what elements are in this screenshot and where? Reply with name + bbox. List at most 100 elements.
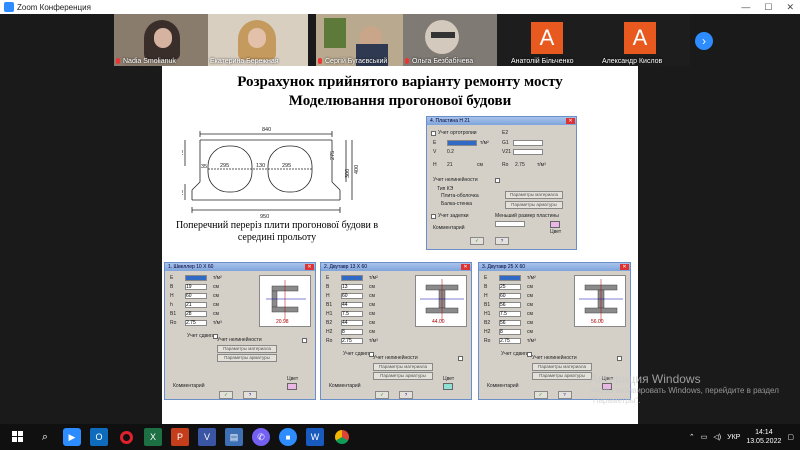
value-input[interactable]: 2.75 bbox=[185, 320, 207, 326]
rebar-params-button[interactable]: Параметры арматуры bbox=[217, 354, 277, 362]
nonlinear-checkbox[interactable] bbox=[458, 356, 463, 361]
participant-tile[interactable]: А Александр Кислов bbox=[590, 14, 690, 66]
value-input[interactable]: 8 bbox=[341, 329, 363, 335]
help-button[interactable]: ? bbox=[557, 391, 572, 399]
help-button[interactable]: ? bbox=[495, 237, 509, 245]
color-swatch[interactable] bbox=[443, 383, 453, 390]
close-icon[interactable]: ✕ bbox=[461, 264, 470, 270]
presentation-slide: Розрахунок прийнятого варіанту ремонту м… bbox=[162, 66, 638, 424]
chrome-icon[interactable] bbox=[333, 428, 351, 446]
next-page-button[interactable]: › bbox=[695, 32, 713, 50]
material-params-button[interactable]: Параметры материала bbox=[373, 363, 433, 371]
h-value[interactable]: 21 bbox=[447, 162, 453, 168]
size-input[interactable] bbox=[495, 221, 525, 227]
value-input[interactable]: 8 bbox=[499, 329, 521, 335]
participant-tile[interactable]: А Анатолій Більченко bbox=[497, 14, 597, 66]
excel-icon[interactable]: X bbox=[144, 428, 162, 446]
help-button[interactable]: ? bbox=[399, 391, 413, 399]
minimize-button[interactable]: — bbox=[741, 2, 750, 13]
visio-icon[interactable]: V bbox=[198, 428, 216, 446]
ortho-checkbox[interactable] bbox=[431, 131, 436, 136]
files-icon[interactable]: ▤ bbox=[225, 428, 243, 446]
ok-button[interactable]: ✓ bbox=[470, 237, 484, 245]
value-input[interactable]: 60 bbox=[499, 293, 521, 299]
section-dialog[interactable]: 2. Двутавр 13 X 60 ✕ Eт/м² B 13 см H 60 см B1 44 см… bbox=[320, 262, 472, 400]
rebar-params-button[interactable]: Параметры арматуры bbox=[505, 201, 563, 209]
v-value[interactable]: 0.2 bbox=[447, 149, 454, 155]
material-params-button[interactable]: Параметры материала bbox=[532, 363, 592, 371]
plate-dialog[interactable]: 4. Пластина H 21 ✕ Учет ортотропии E2 E т… bbox=[426, 116, 577, 250]
language-indicator[interactable]: УКР bbox=[727, 434, 740, 441]
outlook-icon[interactable]: O bbox=[90, 428, 108, 446]
chevron-up-icon[interactable]: ⌃ bbox=[689, 433, 695, 441]
clock[interactable]: 14:14 13.05.2022 bbox=[746, 428, 781, 446]
nonlinear-checkbox[interactable] bbox=[302, 338, 307, 343]
ok-button[interactable]: ✓ bbox=[533, 391, 548, 399]
windows-icon[interactable] bbox=[9, 428, 27, 446]
ok-button[interactable]: ✓ bbox=[219, 391, 233, 399]
powerpoint-icon[interactable]: P bbox=[171, 428, 189, 446]
participant-tile[interactable]: Екатерина Бережная bbox=[208, 14, 308, 66]
system-tray: ⌃ ▭ ◁) УКР 14:14 13.05.2022 ▢ bbox=[689, 426, 794, 448]
network-icon[interactable]: ▭ bbox=[701, 433, 708, 441]
v21-input[interactable] bbox=[513, 149, 543, 155]
field-label: Учет ортотропии bbox=[438, 130, 477, 136]
volume-icon[interactable]: ◁) bbox=[713, 433, 721, 441]
material-params-button[interactable]: Параметры материала bbox=[217, 345, 277, 353]
participant-tile[interactable]: Ольга Безбабічева bbox=[403, 14, 503, 66]
shared-screen: Розрахунок прийнятого варіанту ремонту м… bbox=[0, 66, 800, 424]
participant-tile[interactable]: Сергій Бугаєвський bbox=[316, 14, 416, 66]
value-input[interactable]: 60 bbox=[185, 293, 207, 299]
value-input[interactable]: 44 bbox=[341, 320, 363, 326]
close-icon[interactable]: ✕ bbox=[566, 118, 575, 124]
color-swatch[interactable] bbox=[550, 221, 560, 228]
close-button[interactable]: ✕ bbox=[786, 2, 794, 13]
value-input[interactable]: 21 bbox=[185, 302, 207, 308]
value-input[interactable]: 7.5 bbox=[499, 311, 521, 317]
value-input[interactable]: 2.75 bbox=[499, 338, 521, 344]
color-swatch[interactable] bbox=[287, 383, 297, 390]
ok-button[interactable]: ✓ bbox=[375, 391, 389, 399]
zoom-icon[interactable]: ■ bbox=[279, 428, 297, 446]
section-dialog[interactable]: 1. Швеллер 10 X 60 ✕ Eт/м² B 19 см H 60 см h 21 см B… bbox=[164, 262, 316, 400]
value-input[interactable]: 56 bbox=[499, 320, 521, 326]
radio-beam-wall[interactable]: Балка-стенка bbox=[441, 201, 472, 207]
value-input[interactable]: 56 bbox=[499, 302, 521, 308]
help-button[interactable]: ? bbox=[243, 391, 257, 399]
depth-checkbox[interactable] bbox=[431, 214, 436, 219]
e-input[interactable] bbox=[499, 275, 521, 281]
dialog-title: 3. Двутавр 25 X 60 bbox=[482, 264, 526, 270]
e-input[interactable] bbox=[185, 275, 207, 281]
rebar-params-button[interactable]: Параметры арматуры bbox=[532, 372, 592, 380]
material-params-button[interactable]: Параметры материала bbox=[505, 191, 563, 199]
word-icon[interactable]: W bbox=[306, 428, 324, 446]
zoom-meeting-icon[interactable]: ▶ bbox=[63, 428, 81, 446]
value-input[interactable]: 13 bbox=[341, 284, 363, 290]
value-input[interactable]: 19 bbox=[185, 284, 207, 290]
field-label: Ro bbox=[326, 338, 333, 344]
opera-icon[interactable] bbox=[117, 428, 135, 446]
participant-tile[interactable]: Nadia Smolianuk bbox=[114, 14, 214, 66]
maximize-button[interactable]: ☐ bbox=[764, 2, 772, 13]
e-input[interactable] bbox=[447, 140, 477, 146]
value-input[interactable]: 25 bbox=[499, 284, 521, 290]
value-input[interactable]: 60 bbox=[341, 293, 363, 299]
value-input[interactable]: 28 bbox=[185, 311, 207, 317]
value-input[interactable]: 2.75 bbox=[341, 338, 363, 344]
nonlinear-checkbox[interactable] bbox=[495, 178, 500, 183]
viber-icon[interactable]: ✆ bbox=[252, 428, 270, 446]
radio-plate-shell[interactable]: Плита-оболочка bbox=[441, 193, 479, 199]
notifications-icon[interactable]: ▢ bbox=[787, 433, 794, 441]
nonlinear-checkbox[interactable] bbox=[617, 356, 622, 361]
participant-name: Анатолій Більченко bbox=[511, 58, 574, 65]
close-icon[interactable]: ✕ bbox=[620, 264, 629, 270]
rebar-params-button[interactable]: Параметры арматуры bbox=[373, 372, 433, 380]
g1-input[interactable] bbox=[513, 140, 543, 146]
close-icon[interactable]: ✕ bbox=[305, 264, 314, 270]
ro-value[interactable]: 2.75 bbox=[515, 162, 525, 168]
value-input[interactable]: 44 bbox=[341, 302, 363, 308]
value-input[interactable]: 7.5 bbox=[341, 311, 363, 317]
e-input[interactable] bbox=[341, 275, 363, 281]
search-icon[interactable]: ⌕ bbox=[36, 428, 54, 446]
time-text: 14:14 bbox=[755, 429, 773, 436]
